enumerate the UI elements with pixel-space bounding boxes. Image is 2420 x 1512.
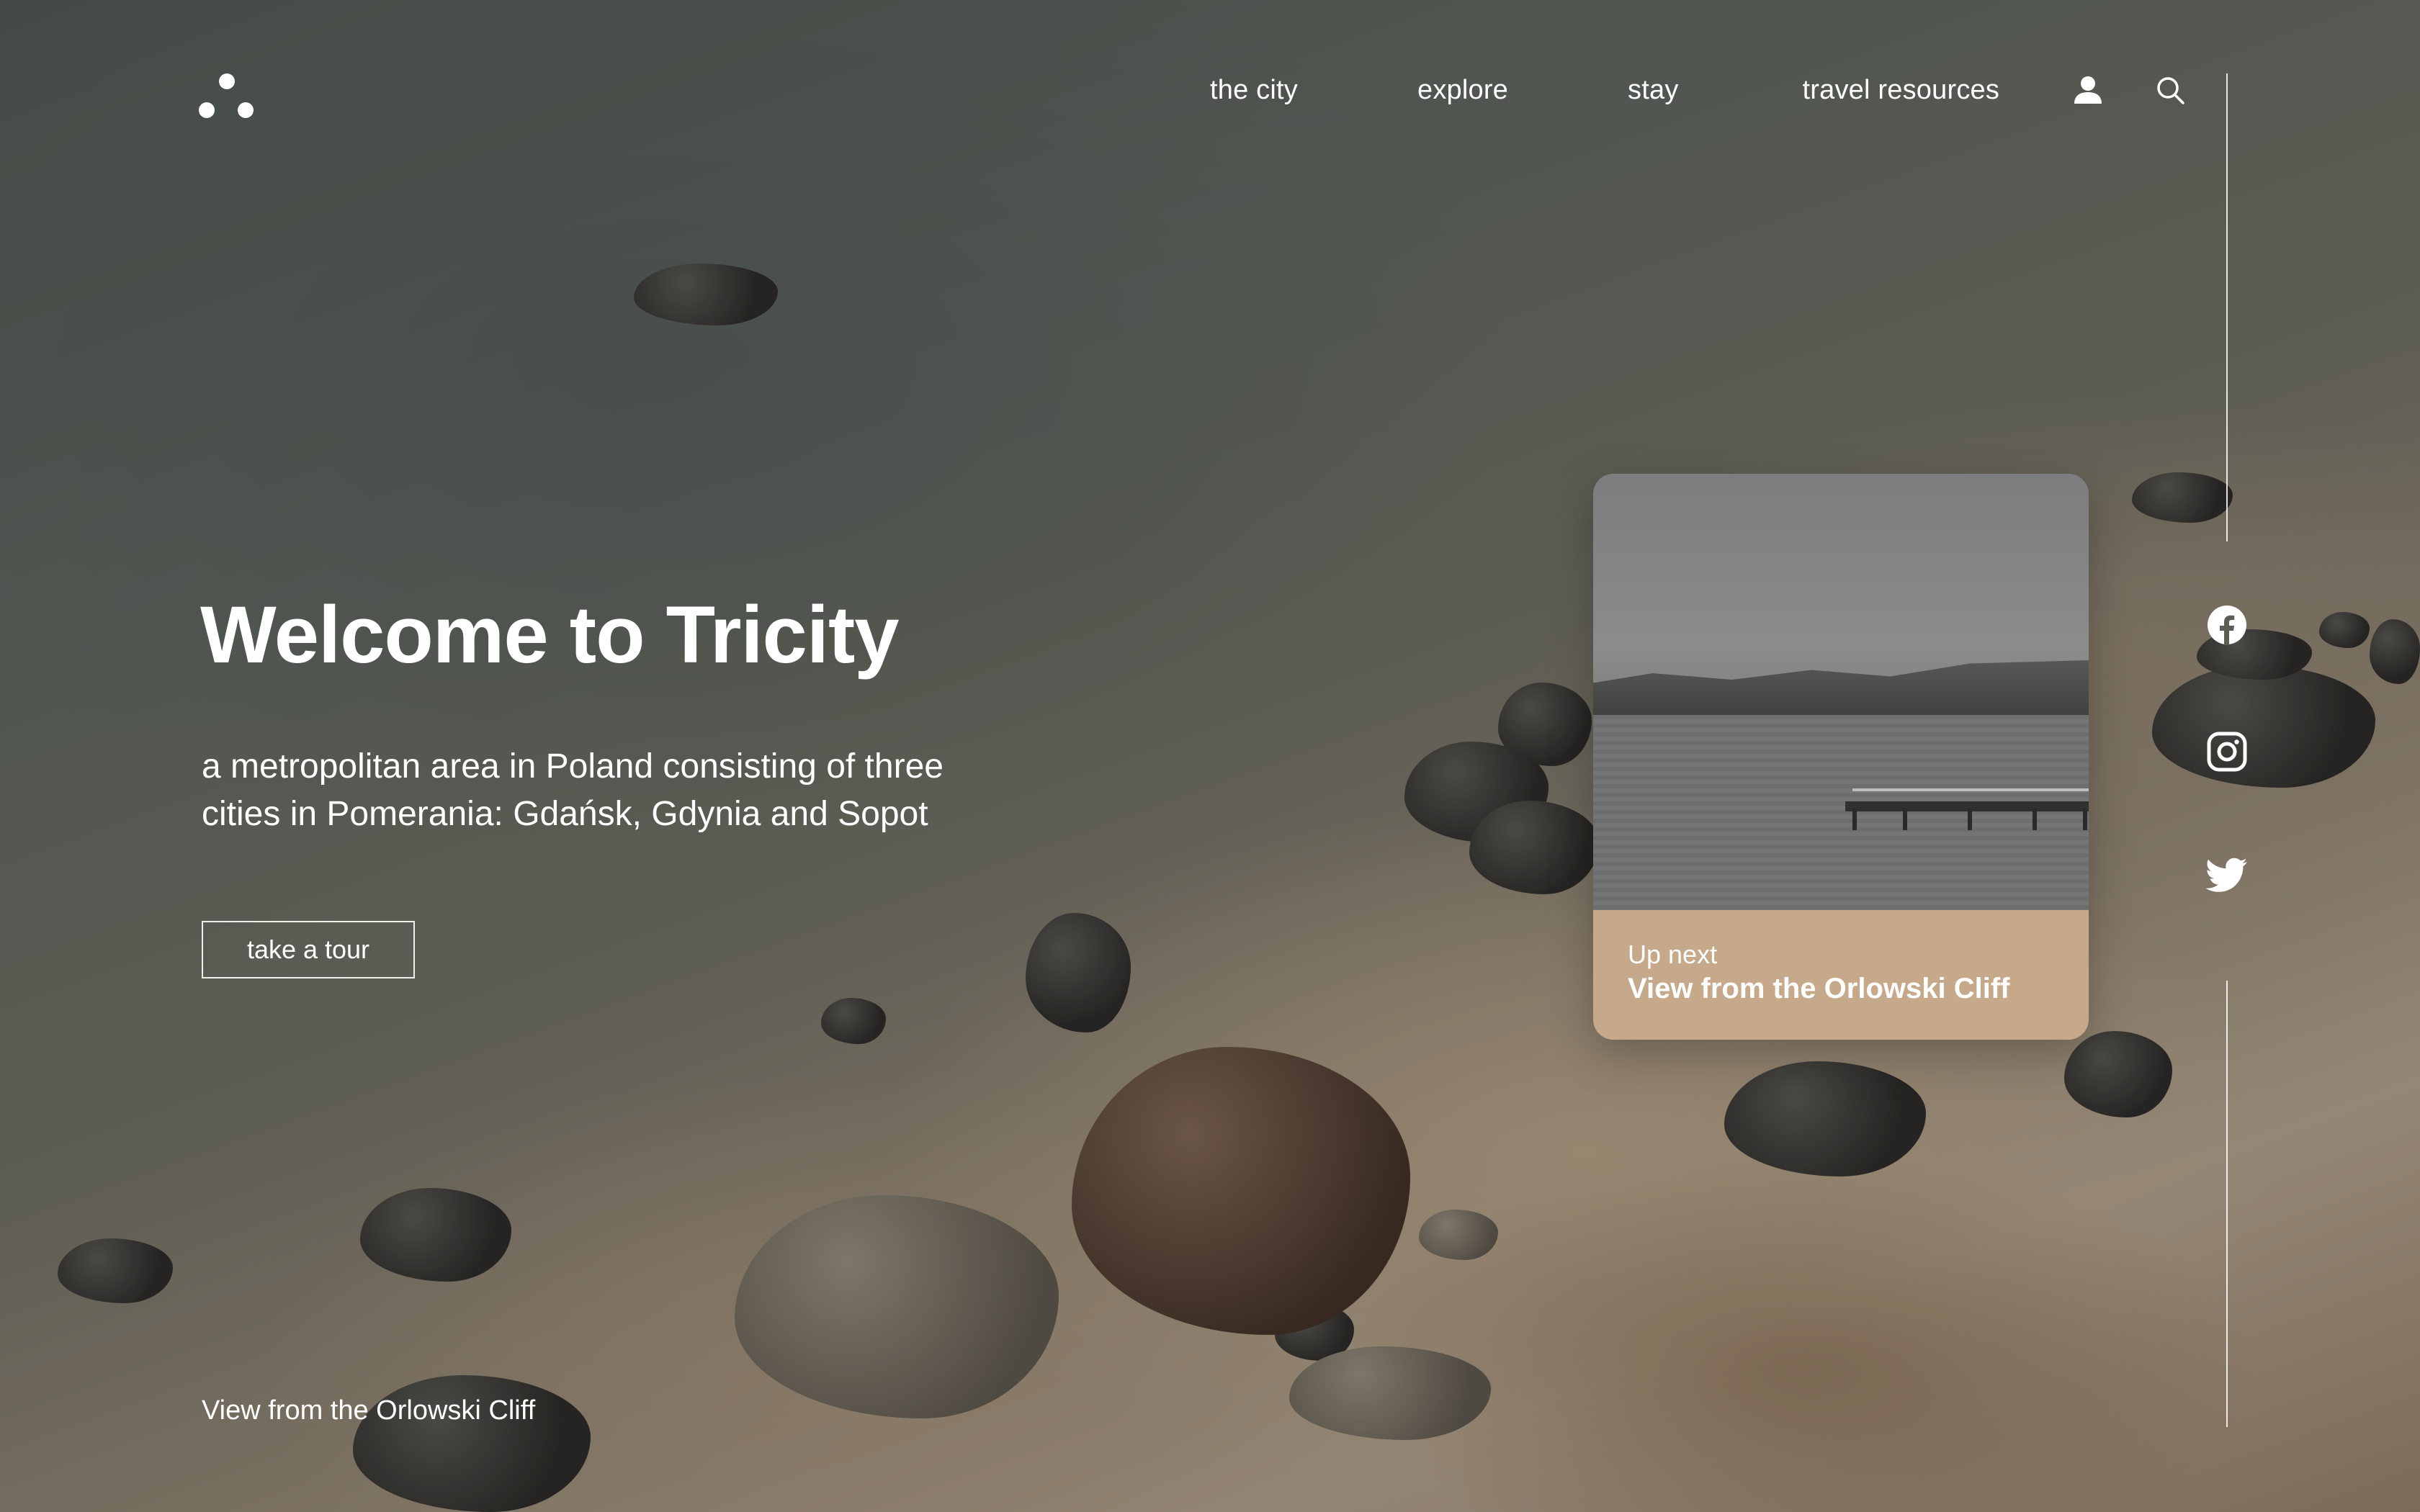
nav-item-travel-resources[interactable]: travel resources [1803, 75, 2000, 106]
nav-item-explore[interactable]: explore [1417, 75, 1508, 106]
up-next-title: View from the Orlowski Cliff [1628, 973, 2010, 1004]
user-icon[interactable] [2071, 73, 2105, 107]
instagram-icon[interactable] [2205, 730, 2249, 773]
search-icon[interactable] [2155, 75, 2185, 105]
page-title: Welcome to Tricity [200, 590, 900, 680]
nav-item-stay[interactable]: stay [1628, 75, 1679, 106]
up-next-card[interactable]: Up next View from the Orlowski Cliff [1593, 474, 2089, 1040]
photo-caption: View from the Orlowski Cliff [202, 1395, 536, 1426]
twitter-icon[interactable] [2205, 854, 2249, 897]
facebook-icon[interactable] [2205, 603, 2249, 647]
side-rail-divider [2226, 73, 2228, 541]
nav-item-the-city[interactable]: the city [1210, 75, 1298, 106]
main-nav: the city explore stay travel resources [1210, 72, 2185, 108]
up-next-label: Up next [1628, 940, 1718, 969]
hero-subtitle: a metropolitan area in Poland consisting… [202, 747, 944, 833]
up-next-footer: Up next View from the Orlowski Cliff [1593, 910, 2089, 1040]
logo-icon[interactable] [199, 73, 254, 120]
take-a-tour-button[interactable]: take a tour [202, 921, 415, 978]
side-rail-divider [2226, 981, 2228, 1427]
up-next-thumbnail [1593, 474, 2089, 910]
